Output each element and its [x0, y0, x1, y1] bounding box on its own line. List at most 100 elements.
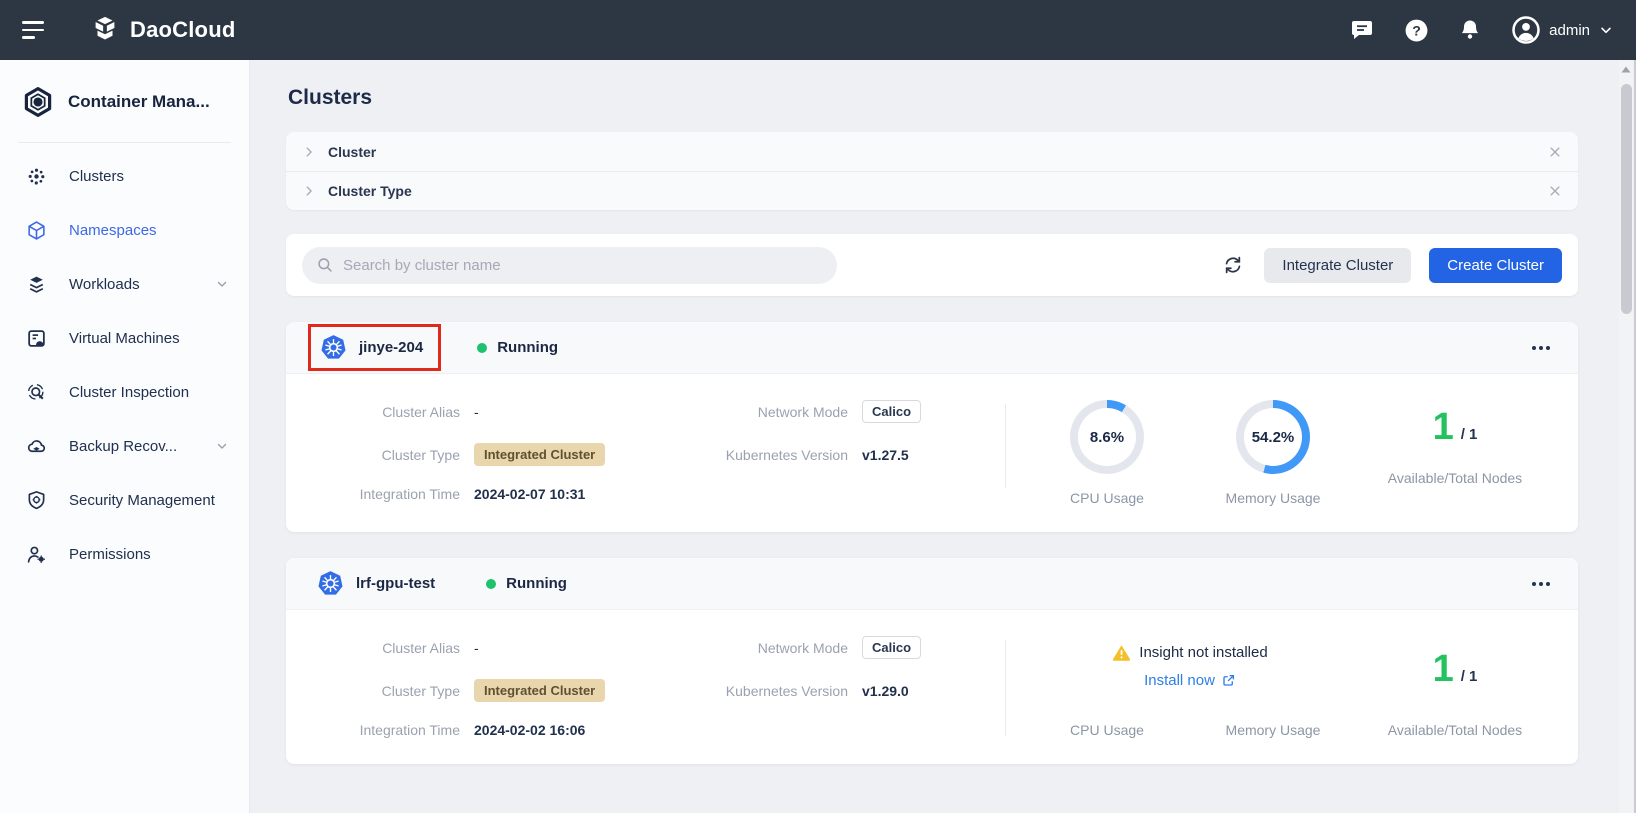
sidebar-item-cluster-inspection[interactable]: Cluster Inspection — [0, 365, 249, 419]
filter-panel: Cluster Cluster Type — [286, 132, 1578, 210]
cluster-name-wrap[interactable]: lrf-gpu-test — [308, 563, 450, 604]
help-icon[interactable]: ? — [1403, 17, 1429, 43]
sidebar-item-label: Namespaces — [69, 222, 157, 239]
stats-divider — [1005, 404, 1006, 488]
network-mode-badge: Calico — [862, 400, 921, 423]
insight-block: Insight not installed Install now CPU Us… — [1024, 644, 1356, 738]
topbar-actions: ? admin — [1349, 15, 1614, 45]
chevron-right-icon[interactable] — [302, 184, 316, 198]
page-scrollbar[interactable] — [1619, 60, 1633, 813]
nodes-available: 1 — [1433, 650, 1454, 688]
cluster-card-body: Cluster Alias - Network Mode Calico Clus… — [286, 610, 1578, 764]
cluster-name[interactable]: jinye-204 — [359, 339, 423, 356]
kubernetes-icon — [317, 570, 344, 597]
sidebar-item-label: Security Management — [69, 492, 215, 509]
module-title-label: Container Mana... — [68, 92, 210, 112]
sidebar-item-virtual-machines[interactable]: Virtual Machines — [0, 311, 249, 365]
detail-value-type: Integrated Cluster — [474, 679, 659, 702]
sidebar-item-label: Workloads — [69, 276, 140, 293]
container-management-icon — [22, 86, 54, 118]
module-title[interactable]: Container Mana... — [0, 60, 249, 142]
detail-label-alias: Cluster Alias — [310, 404, 460, 420]
search-input[interactable] — [343, 257, 823, 274]
status-dot — [477, 343, 487, 353]
nodes-count: 1 / 1 — [1433, 650, 1478, 688]
chevron-down-icon[interactable] — [215, 439, 229, 453]
detail-label-k8s-version: Kubernetes Version — [673, 447, 848, 463]
install-now-label[interactable]: Install now — [1144, 672, 1215, 689]
scrollbar-thumb[interactable] — [1621, 84, 1632, 314]
cluster-name-annotated[interactable]: jinye-204 — [308, 324, 441, 371]
avatar-icon — [1511, 15, 1541, 45]
nodes-stat: 1 / 1 Available/Total Nodes — [1356, 408, 1554, 486]
nodes-count: 1 / 1 — [1433, 408, 1478, 446]
sidebar-item-permissions[interactable]: Permissions — [0, 527, 249, 581]
nodes-available: 1 — [1433, 408, 1454, 446]
memory-usage-label: Memory Usage — [1226, 490, 1321, 506]
cluster-card-body: Cluster Alias - Network Mode Calico Clus… — [286, 374, 1578, 532]
stats-divider — [1005, 640, 1006, 736]
chevron-down-icon[interactable] — [215, 277, 229, 291]
cpu-usage-stat: 8.6% CPU Usage — [1024, 400, 1190, 506]
toolbar-actions: Integrate Cluster Create Cluster — [1220, 248, 1562, 283]
detail-label-type: Cluster Type — [310, 447, 460, 463]
detail-value-type: Integrated Cluster — [474, 443, 659, 466]
status-label: Running — [497, 339, 558, 356]
search-box[interactable] — [302, 247, 837, 284]
detail-value-network: Calico — [862, 400, 972, 423]
cluster-type-badge: Integrated Cluster — [474, 679, 605, 702]
detail-label-network: Network Mode — [673, 640, 848, 656]
cluster-inspection-icon — [26, 382, 47, 403]
sidebar-item-workloads[interactable]: Workloads — [0, 257, 249, 311]
detail-value-k8s-version: v1.29.0 — [862, 683, 972, 699]
filter-row-cluster[interactable]: Cluster — [286, 132, 1578, 171]
memory-usage-donut: 54.2% — [1236, 400, 1310, 474]
status-dot — [486, 579, 496, 589]
detail-value-alias: - — [474, 640, 659, 656]
chevron-right-icon[interactable] — [302, 145, 316, 159]
memory-usage-label: Memory Usage — [1190, 722, 1356, 738]
search-toolbar: Integrate Cluster Create Cluster — [286, 234, 1578, 296]
close-icon[interactable] — [1548, 184, 1562, 198]
more-actions-icon[interactable] — [1526, 340, 1556, 356]
user-menu[interactable]: admin — [1511, 15, 1614, 45]
sidebar-item-backup-recovery[interactable]: Backup Recov... — [0, 419, 249, 473]
integrate-cluster-button[interactable]: Integrate Cluster — [1264, 248, 1411, 283]
refresh-icon[interactable] — [1220, 252, 1246, 278]
menu-toggle-icon[interactable] — [22, 21, 46, 39]
brand-name: DaoCloud — [130, 17, 235, 43]
chat-icon[interactable] — [1349, 17, 1375, 43]
cluster-stats: Insight not installed Install now CPU Us… — [1005, 636, 1554, 738]
filter-row-cluster-type[interactable]: Cluster Type — [286, 171, 1578, 210]
cpu-usage-label: CPU Usage — [1070, 490, 1144, 506]
virtual-machines-icon — [26, 328, 47, 349]
cluster-status: Running — [486, 575, 567, 592]
close-icon[interactable] — [1548, 145, 1562, 159]
sidebar-item-security-management[interactable]: Security Management — [0, 473, 249, 527]
create-cluster-button[interactable]: Create Cluster — [1429, 248, 1562, 283]
cluster-name[interactable]: lrf-gpu-test — [356, 575, 435, 592]
security-shield-icon — [26, 490, 47, 511]
sidebar-divider — [18, 142, 231, 143]
insight-warning: Insight not installed — [1112, 644, 1267, 661]
sidebar-item-clusters[interactable]: Clusters — [0, 149, 249, 203]
kubernetes-icon — [320, 334, 347, 361]
insight-warning-text: Insight not installed — [1139, 644, 1267, 661]
cluster-stats: 8.6% CPU Usage 54.2% Memory Usage 1 / — [1005, 400, 1554, 506]
detail-value-network: Calico — [862, 636, 972, 659]
cluster-type-badge: Integrated Cluster — [474, 443, 605, 466]
scrollbar-up-arrow[interactable] — [1619, 66, 1633, 73]
bell-icon[interactable] — [1457, 17, 1483, 43]
detail-value-k8s-version: v1.27.5 — [862, 447, 972, 463]
install-now-link[interactable]: Install now — [1144, 672, 1236, 689]
page-title: Clusters — [288, 86, 1578, 110]
topbar: DaoCloud ? admin — [0, 0, 1636, 60]
status-label: Running — [506, 575, 567, 592]
detail-label-alias: Cluster Alias — [310, 640, 460, 656]
more-actions-icon[interactable] — [1526, 576, 1556, 592]
sidebar-item-namespaces[interactable]: Namespaces — [0, 203, 249, 257]
cpu-usage-donut: 8.6% — [1070, 400, 1144, 474]
filter-label: Cluster Type — [328, 183, 412, 199]
nodes-total: / 1 — [1461, 668, 1478, 685]
network-mode-badge: Calico — [862, 636, 921, 659]
